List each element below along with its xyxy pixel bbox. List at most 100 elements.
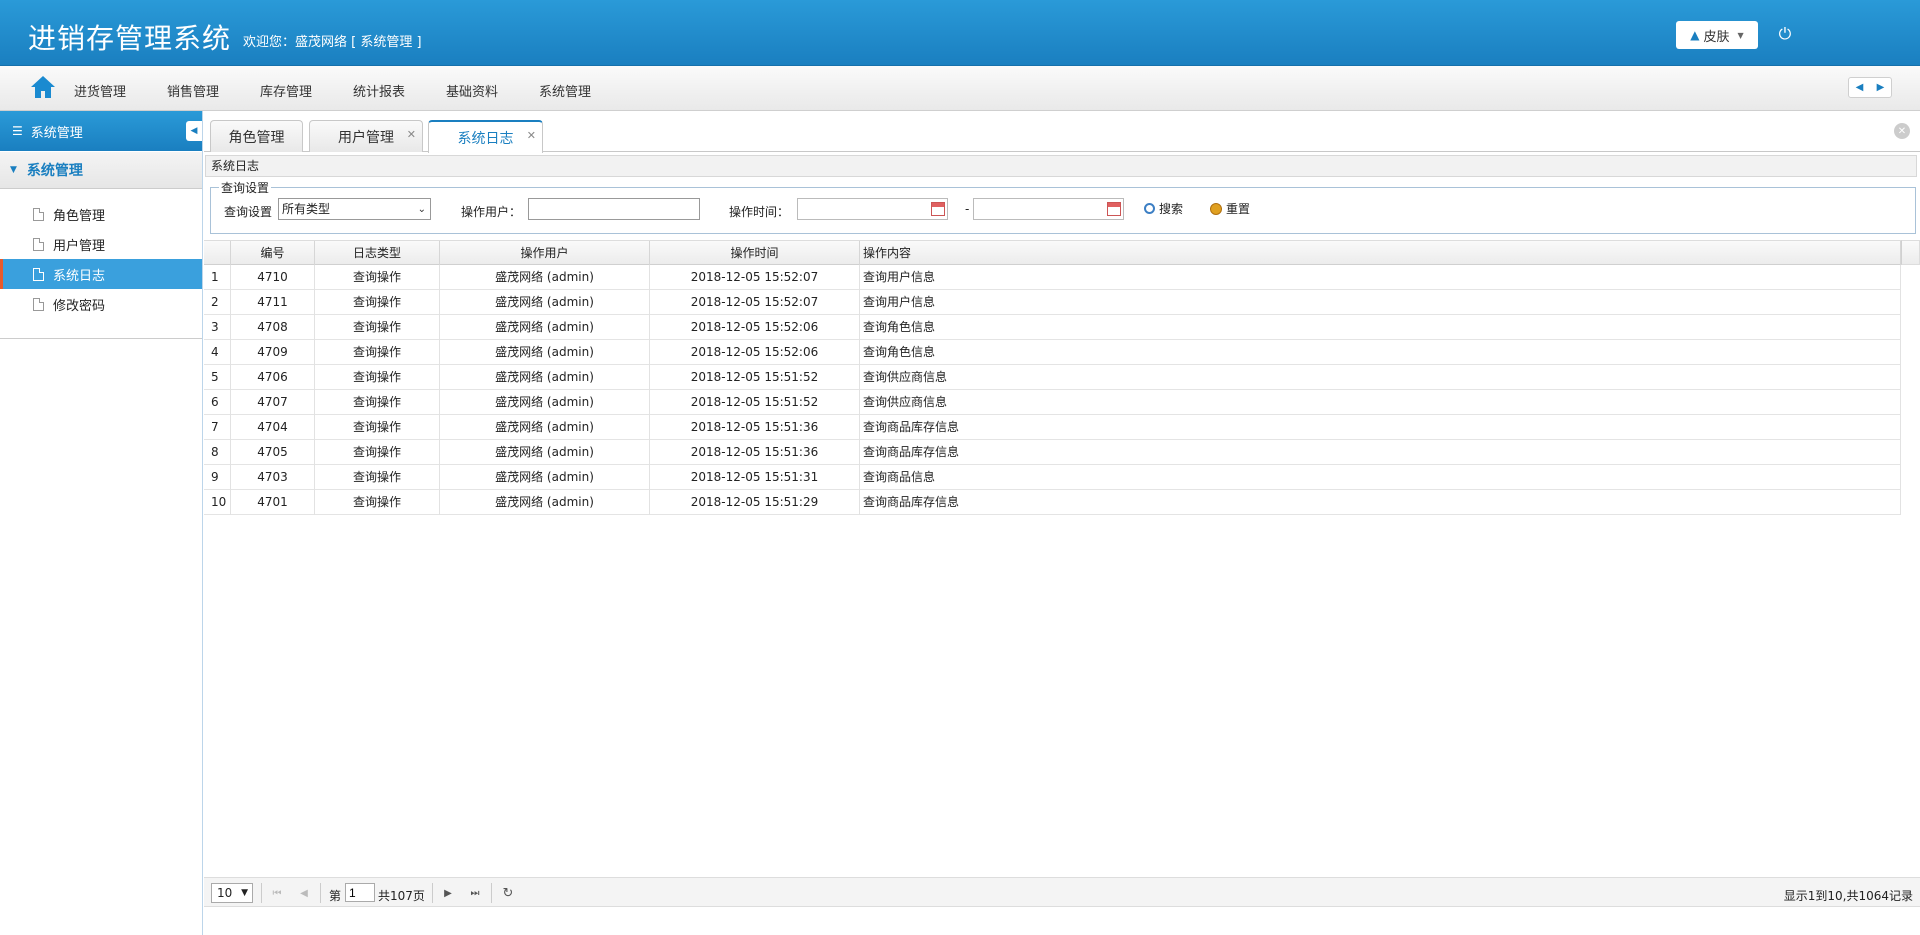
log-type: 查询操作 xyxy=(315,365,440,390)
prev-page-icon[interactable]: ◀ xyxy=(295,884,313,902)
operation-time: 2018-12-05 15:51:29 xyxy=(650,490,860,515)
log-type: 查询操作 xyxy=(315,315,440,340)
menu-item-purchase[interactable]: 进货管理 xyxy=(74,81,126,100)
query-fieldset: 查询设置 查询设置 所有类型 ⌄ 操作用户： 操作时间： - 搜索 重置 xyxy=(210,179,1916,234)
log-id: 4711 xyxy=(231,290,315,315)
log-type-value: 所有类型 xyxy=(282,202,331,216)
first-page-icon[interactable]: ⏮ xyxy=(268,884,286,902)
tab-label: 系统日志 xyxy=(457,130,514,147)
operation-time: 2018-12-05 15:51:52 xyxy=(650,390,860,415)
operator: 盛茂网络 (admin) xyxy=(440,390,650,415)
log-type: 查询操作 xyxy=(315,340,440,365)
chevron-down-icon: ▼ xyxy=(241,888,248,898)
home-icon[interactable] xyxy=(30,75,56,99)
log-type-select[interactable]: 所有类型 ⌄ xyxy=(278,198,431,220)
operator-input[interactable] xyxy=(528,198,700,220)
calendar-icon[interactable] xyxy=(931,202,945,216)
table-row[interactable]: 3 4708 查询操作 盛茂网络 (admin) 2018-12-05 15:52:06… xyxy=(204,315,1901,340)
reset-button[interactable]: 重置 xyxy=(1210,200,1250,217)
menu-item-system[interactable]: 系统管理 xyxy=(539,81,591,100)
operation-content: 查询角色信息 xyxy=(860,315,1901,340)
tab-system-log[interactable]: 系统日志 ✕ xyxy=(428,120,543,153)
arrow-left-icon[interactable]: ◀ xyxy=(1849,78,1870,97)
reset-label: 重置 xyxy=(1226,202,1251,216)
log-id: 4710 xyxy=(231,265,315,290)
sidebar-title: 系统管理 xyxy=(30,125,83,141)
col-header-user[interactable]: 操作用户 xyxy=(440,241,650,266)
sidebar-item-label: 系统日志 xyxy=(53,268,106,284)
close-all-tabs-icon[interactable]: ✕ xyxy=(1894,123,1910,139)
menu-item-sales[interactable]: 销售管理 xyxy=(167,81,219,100)
search-button[interactable]: 搜索 xyxy=(1144,200,1183,217)
pager-separator xyxy=(261,883,262,903)
table-row[interactable]: 7 4704 查询操作 盛茂网络 (admin) 2018-12-05 15:51:36… xyxy=(204,415,1901,440)
table-header: 编号 日志类型 操作用户 操作时间 操作内容 xyxy=(204,240,1901,266)
col-header-time[interactable]: 操作时间 xyxy=(650,241,860,266)
skin-button[interactable]: ▲ 皮肤 ▼ xyxy=(1676,21,1758,49)
date-range-dash: - xyxy=(965,202,970,216)
sidebar-item-label: 用户管理 xyxy=(53,238,106,254)
refresh-icon[interactable]: ↻ xyxy=(499,884,517,902)
collapse-sidebar-icon[interactable]: ◀ xyxy=(186,121,202,141)
operator-label: 操作用户： xyxy=(461,205,522,219)
app-header: 进销存管理系统 欢迎您：盛茂网络 [ 系统管理 ] ▲ 皮肤 ▼ ⏻ xyxy=(0,0,1920,66)
next-page-icon[interactable]: ▶ xyxy=(439,884,457,902)
sidebar-item-label: 修改密码 xyxy=(53,298,106,314)
table-row[interactable]: 2 4711 查询操作 盛茂网络 (admin) 2018-12-05 15:52:07… xyxy=(204,290,1901,315)
operator: 盛茂网络 (admin) xyxy=(440,440,650,465)
operator: 盛茂网络 (admin) xyxy=(440,415,650,440)
table-row[interactable]: 10 4701 查询操作 盛茂网络 (admin) 2018-12-05 15:51:2… xyxy=(204,490,1901,515)
menu-item-basic-data[interactable]: 基础资料 xyxy=(446,81,498,100)
list-icon: ☰ xyxy=(12,124,23,138)
tab-roles[interactable]: 角色管理 xyxy=(210,120,303,152)
sidebar-item-system-log[interactable]: 系统日志 xyxy=(0,259,202,289)
reset-icon xyxy=(1210,202,1222,215)
log-id: 4701 xyxy=(231,490,315,515)
log-id: 4706 xyxy=(231,365,315,390)
document-icon xyxy=(33,297,44,311)
sidebar-item-change-password[interactable]: 修改密码 xyxy=(0,289,202,319)
operation-content: 查询用户信息 xyxy=(860,265,1901,290)
start-date-field[interactable] xyxy=(797,198,948,220)
operation-time: 2018-12-05 15:52:07 xyxy=(650,265,860,290)
table-row[interactable]: 1 4710 查询操作 盛茂网络 (admin) 2018-12-05 15:52:07… xyxy=(204,265,1901,290)
col-header-id[interactable]: 编号 xyxy=(231,241,315,266)
col-header-content[interactable]: 操作内容 xyxy=(860,241,1901,266)
log-id: 4709 xyxy=(231,340,315,365)
operation-time: 2018-12-05 15:52:07 xyxy=(650,290,860,315)
close-icon[interactable]: ✕ xyxy=(407,128,416,141)
row-number: 8 xyxy=(204,440,231,465)
operation-time: 2018-12-05 15:51:36 xyxy=(650,440,860,465)
end-date-field[interactable] xyxy=(973,198,1124,220)
page-size-select[interactable]: 10 ▼ xyxy=(211,883,253,903)
table-row[interactable]: 9 4703 查询操作 盛茂网络 (admin) 2018-12-05 15:51:31… xyxy=(204,465,1901,490)
row-number: 1 xyxy=(204,265,231,290)
table-row[interactable]: 6 4707 查询操作 盛茂网络 (admin) 2018-12-05 15:51:52… xyxy=(204,390,1901,415)
row-number: 6 xyxy=(204,390,231,415)
operation-content: 查询用户信息 xyxy=(860,290,1901,315)
log-id: 4704 xyxy=(231,415,315,440)
log-id: 4705 xyxy=(231,440,315,465)
tab-users[interactable]: 用户管理 ✕ xyxy=(309,120,423,152)
operator: 盛茂网络 (admin) xyxy=(440,290,650,315)
sidebar-item-label: 角色管理 xyxy=(53,208,106,224)
sidebar-group-system[interactable]: ▼ 系统管理 xyxy=(0,151,202,189)
page-number-input[interactable] xyxy=(345,883,375,902)
table-row[interactable]: 5 4706 查询操作 盛茂网络 (admin) 2018-12-05 15:51:52… xyxy=(204,365,1901,390)
operator: 盛茂网络 (admin) xyxy=(440,265,650,290)
operator: 盛茂网络 (admin) xyxy=(440,490,650,515)
table-row[interactable]: 4 4709 查询操作 盛茂网络 (admin) 2018-12-05 15:52:06… xyxy=(204,340,1901,365)
operator: 盛茂网络 (admin) xyxy=(440,315,650,340)
last-page-icon[interactable]: ⏭ xyxy=(466,884,484,902)
operation-time-label: 操作时间： xyxy=(729,205,790,219)
menu-item-reports[interactable]: 统计报表 xyxy=(353,81,405,100)
arrow-right-icon[interactable]: ▶ xyxy=(1870,78,1891,97)
menu-item-inventory[interactable]: 库存管理 xyxy=(260,81,312,100)
close-icon[interactable]: ✕ xyxy=(527,129,536,142)
sidebar-item-roles[interactable]: 角色管理 xyxy=(0,199,202,229)
sidebar-item-users[interactable]: 用户管理 xyxy=(0,229,202,259)
col-header-type[interactable]: 日志类型 xyxy=(315,241,440,266)
calendar-icon[interactable] xyxy=(1107,202,1121,216)
power-icon[interactable]: ⏻ xyxy=(1774,22,1796,46)
table-row[interactable]: 8 4705 查询操作 盛茂网络 (admin) 2018-12-05 15:51:36… xyxy=(204,440,1901,465)
